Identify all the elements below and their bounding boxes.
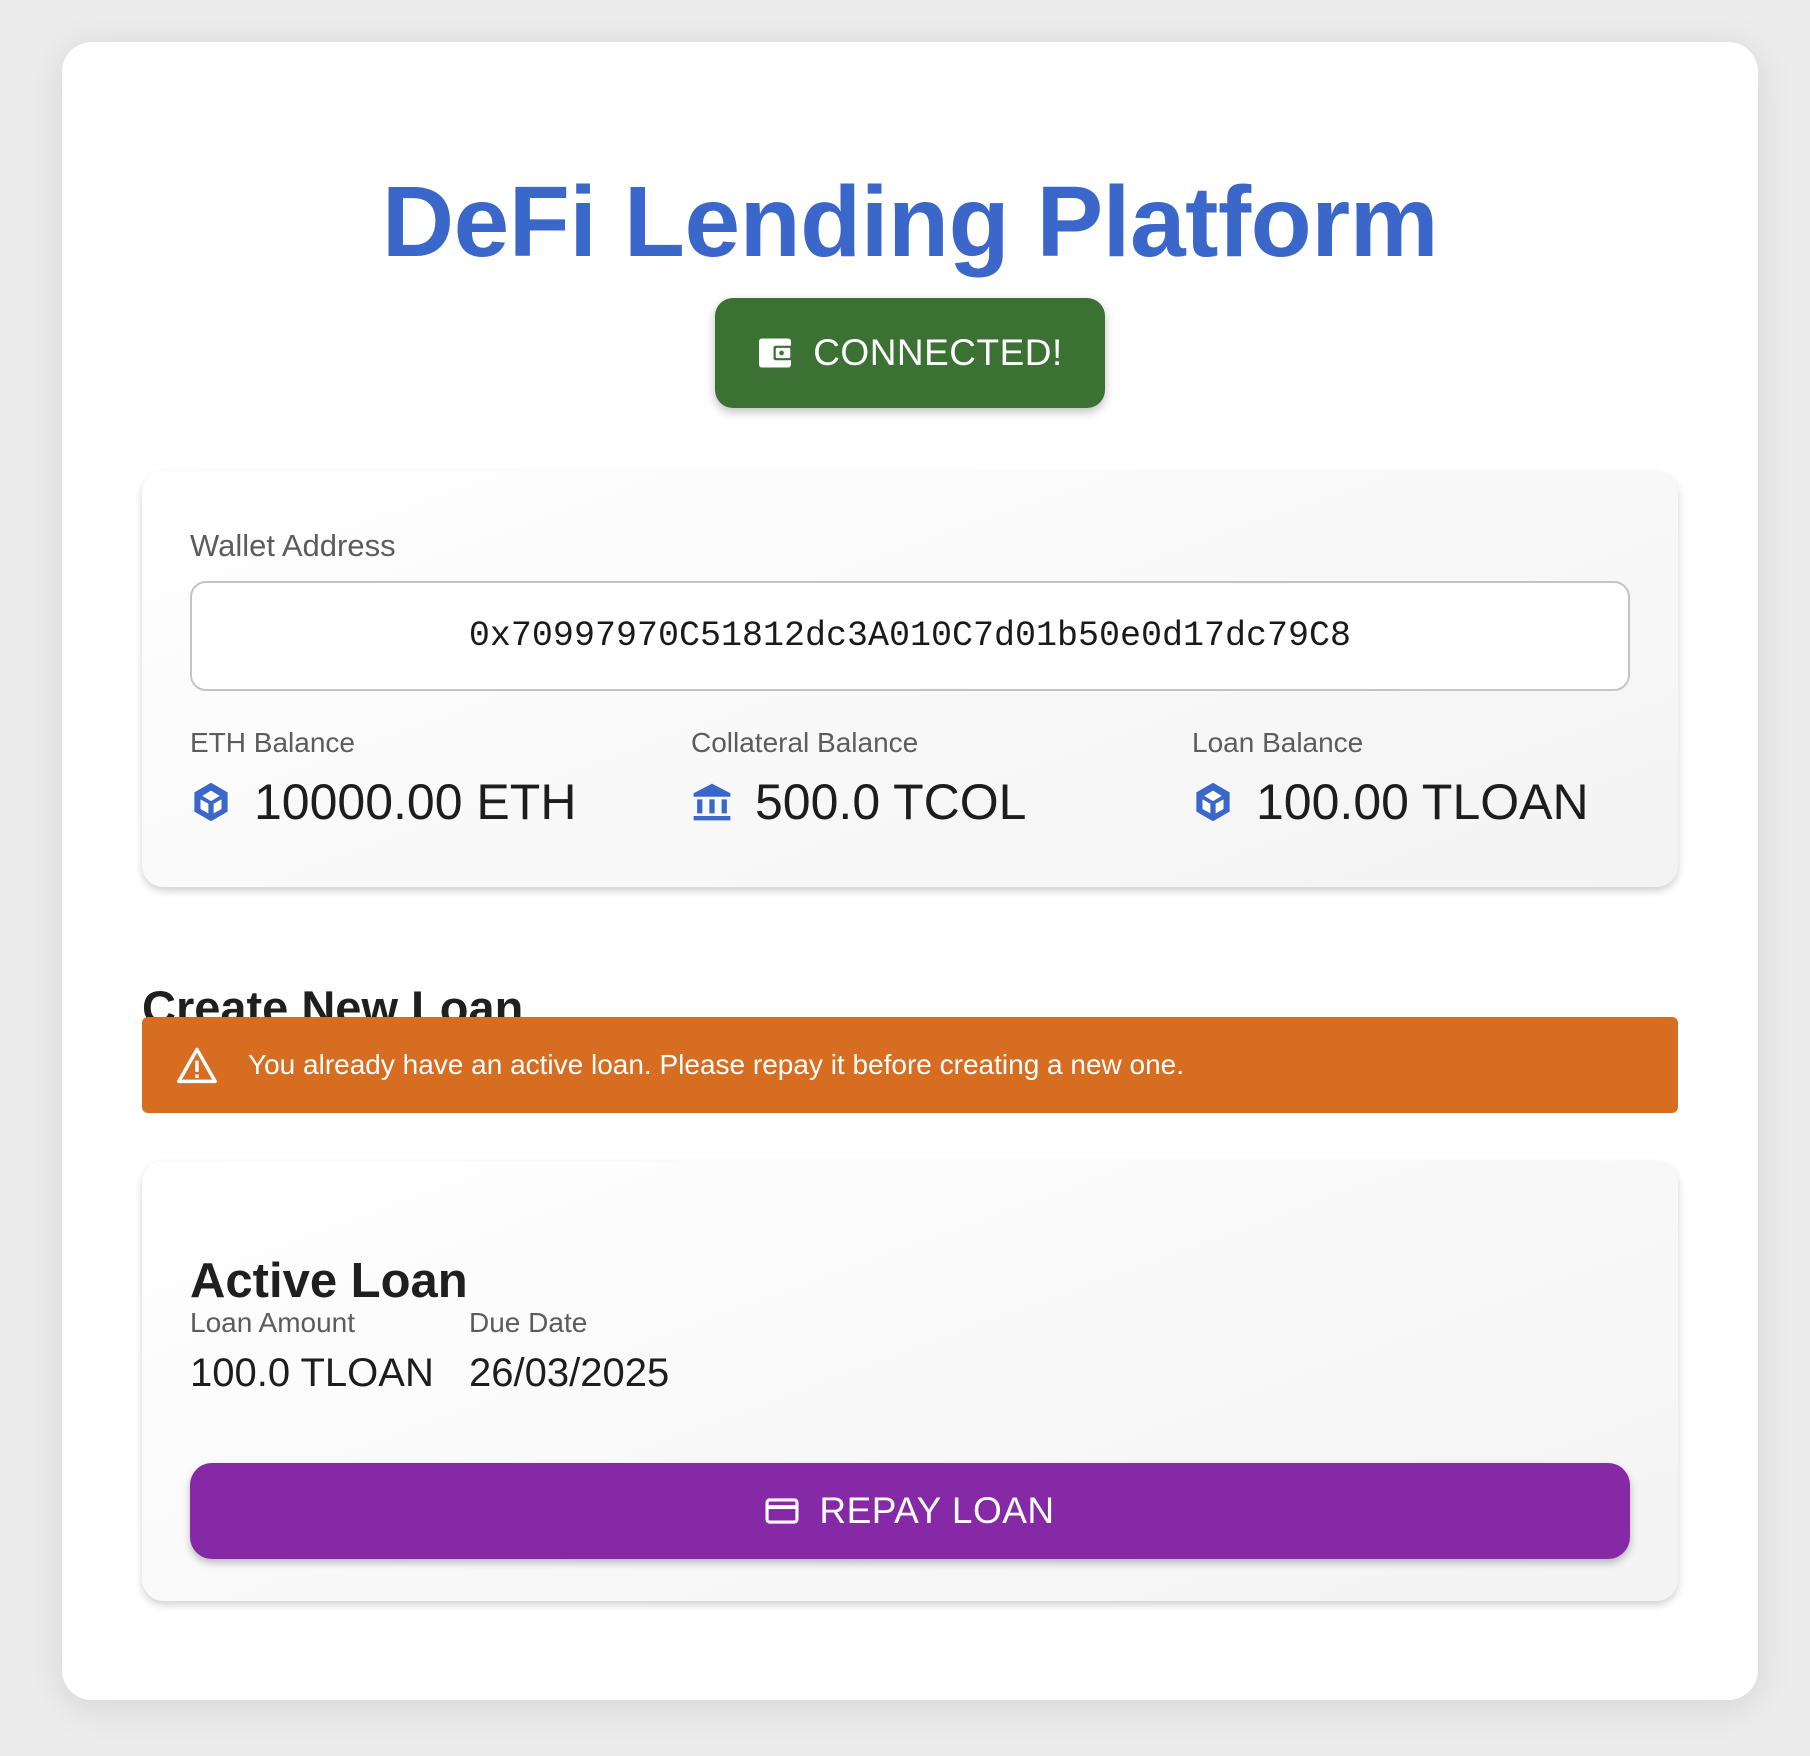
loan-amount-value: 100.0 TLOAN bbox=[190, 1351, 434, 1395]
due-date-label: Due Date bbox=[469, 1307, 588, 1338]
active-loan-warning: You already have an active loan. Please … bbox=[142, 1017, 1678, 1113]
collateral-balance-label: Collateral Balance bbox=[691, 727, 919, 758]
loan-balance: Loan Balance 100.00 TLOAN bbox=[1192, 727, 1589, 831]
active-loan-panel: Active Loan Loan Amount 100.0 TLOAN Due … bbox=[142, 1161, 1678, 1601]
eth-balance-label: ETH Balance bbox=[190, 727, 355, 758]
warning-message: You already have an active loan. Please … bbox=[248, 1049, 1185, 1080]
due-date: Due Date 26/03/2025 bbox=[469, 1307, 669, 1396]
loan-balance-value: 100.00 TLOAN bbox=[1256, 774, 1589, 830]
page-title: DeFi Lending Platform bbox=[381, 166, 1439, 278]
bank-icon bbox=[693, 783, 731, 821]
loan-amount-label: Loan Amount bbox=[190, 1307, 356, 1338]
active-loan-heading: Active Loan bbox=[190, 1254, 468, 1308]
credit-card-icon bbox=[765, 1498, 799, 1524]
token-icon bbox=[194, 782, 228, 822]
main-card: DeFi Lending Platform CONNECTED! Wallet … bbox=[62, 42, 1758, 1700]
eth-balance-value: 10000.00 ETH bbox=[254, 774, 577, 830]
eth-balance: ETH Balance 10000.00 ETH bbox=[190, 727, 576, 831]
wallet-icon bbox=[759, 338, 793, 368]
collateral-balance: Collateral Balance 500.0 TCOL bbox=[691, 727, 1026, 831]
wallet-address-field[interactable]: 0x70997970C51812dc3A010C7d01b50e0d17dc79… bbox=[190, 581, 1630, 691]
warning-icon bbox=[177, 1047, 217, 1084]
wallet-address-label: Wallet Address bbox=[190, 528, 396, 563]
connect-wallet-button[interactable]: CONNECTED! bbox=[715, 298, 1105, 408]
repay-button-label: REPAY LOAN bbox=[819, 1490, 1055, 1531]
connect-button-label: CONNECTED! bbox=[813, 332, 1063, 373]
wallet-info-panel: Wallet Address 0x70997970C51812dc3A010C7… bbox=[142, 471, 1678, 887]
loan-amount: Loan Amount 100.0 TLOAN bbox=[190, 1307, 434, 1396]
token-icon bbox=[1196, 782, 1230, 822]
due-date-value: 26/03/2025 bbox=[469, 1351, 670, 1395]
repay-loan-button[interactable]: REPAY LOAN bbox=[190, 1463, 1630, 1559]
collateral-balance-value: 500.0 TCOL bbox=[755, 774, 1027, 830]
loan-balance-label: Loan Balance bbox=[1192, 727, 1364, 758]
